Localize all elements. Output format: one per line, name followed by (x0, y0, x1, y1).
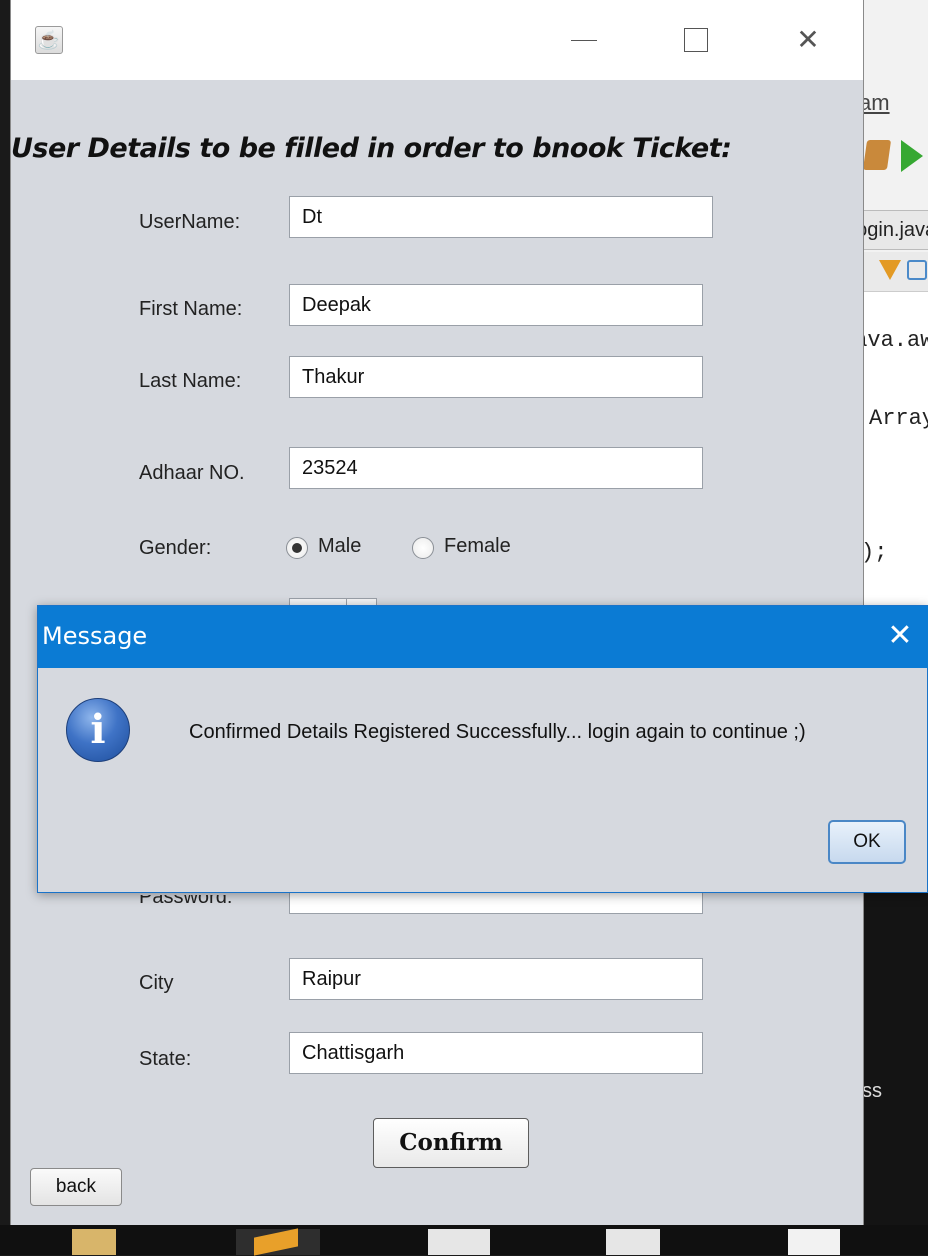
netbeans-logo-icon (254, 1228, 298, 1256)
ide-editor-tab[interactable]: Login.java (863, 210, 928, 250)
taskbar (0, 1225, 928, 1256)
ide-history-icon[interactable] (907, 260, 927, 280)
ide-editor-toolbar (863, 252, 928, 292)
taskbar-file-explorer-icon[interactable] (72, 1229, 116, 1255)
taskbar-window-icon[interactable] (788, 1229, 840, 1255)
password-label: Password: (139, 895, 232, 909)
username-input[interactable]: Dt (289, 196, 713, 238)
gender-female-radio[interactable] (412, 537, 434, 559)
window-titlebar[interactable]: ☕ ✕ (11, 0, 863, 80)
confirm-button[interactable]: Confirm (373, 1118, 529, 1168)
ide-menu-team[interactable]: Team (862, 90, 890, 116)
password-label-text: Password: (139, 895, 233, 908)
ide-arrow-down-icon[interactable] (879, 260, 901, 280)
first-name-label: First Name: (139, 298, 243, 320)
first-name-input[interactable]: Deepak (289, 284, 703, 326)
state-label: State: (139, 1048, 192, 1070)
message-dialog: Message ✕ i Confirmed Details Registered… (37, 605, 928, 893)
ide-run-icon[interactable] (901, 140, 923, 172)
info-icon: i (66, 698, 130, 762)
code-line: ); (862, 540, 888, 565)
ok-button[interactable]: OK (828, 820, 906, 864)
ide-editor-tab-label: Login.java (863, 219, 928, 241)
gender-label: Gender: (139, 537, 212, 559)
dialog-message: Confirmed Details Registered Successfull… (189, 721, 806, 743)
java-icon[interactable]: ☕ (35, 26, 63, 54)
gender-female-label: Female (444, 535, 511, 557)
adhaar-input[interactable]: 23524 (289, 447, 703, 489)
close-button[interactable]: ✕ (783, 18, 833, 62)
minimize-button[interactable] (559, 18, 609, 62)
username-label: UserName: (139, 211, 241, 233)
taskbar-netbeans-icon[interactable] (236, 1228, 320, 1256)
city-input[interactable]: Raipur (289, 958, 703, 1000)
dialog-title: Message (42, 622, 148, 650)
adhaar-label: Adhaar NO. (139, 462, 245, 484)
form-heading: User Details to be filled in order to bn… (11, 133, 732, 164)
code-line: Array (869, 406, 928, 431)
ide-menu-team-underlined: am (862, 90, 890, 115)
gender-male-radio[interactable] (286, 537, 308, 559)
state-input[interactable]: Chattisgarh (289, 1032, 703, 1074)
back-button[interactable]: back (30, 1168, 122, 1206)
dialog-close-icon[interactable]: ✕ (880, 616, 920, 656)
last-name-label: Last Name: (139, 370, 242, 392)
last-name-input[interactable]: Thakur (289, 356, 703, 398)
ide-output-console: ss (862, 890, 928, 1255)
gender-male-label: Male (318, 535, 362, 557)
console-text: ss (862, 1080, 882, 1102)
taskbar-document-icon[interactable] (428, 1229, 490, 1255)
city-label: City (139, 972, 174, 994)
taskbar-document-icon[interactable] (606, 1229, 660, 1255)
dialog-titlebar[interactable]: Message ✕ (38, 606, 928, 668)
maximize-button[interactable] (671, 18, 721, 62)
ide-clean-build-icon[interactable] (863, 140, 892, 170)
code-line: java.awt (863, 328, 928, 353)
